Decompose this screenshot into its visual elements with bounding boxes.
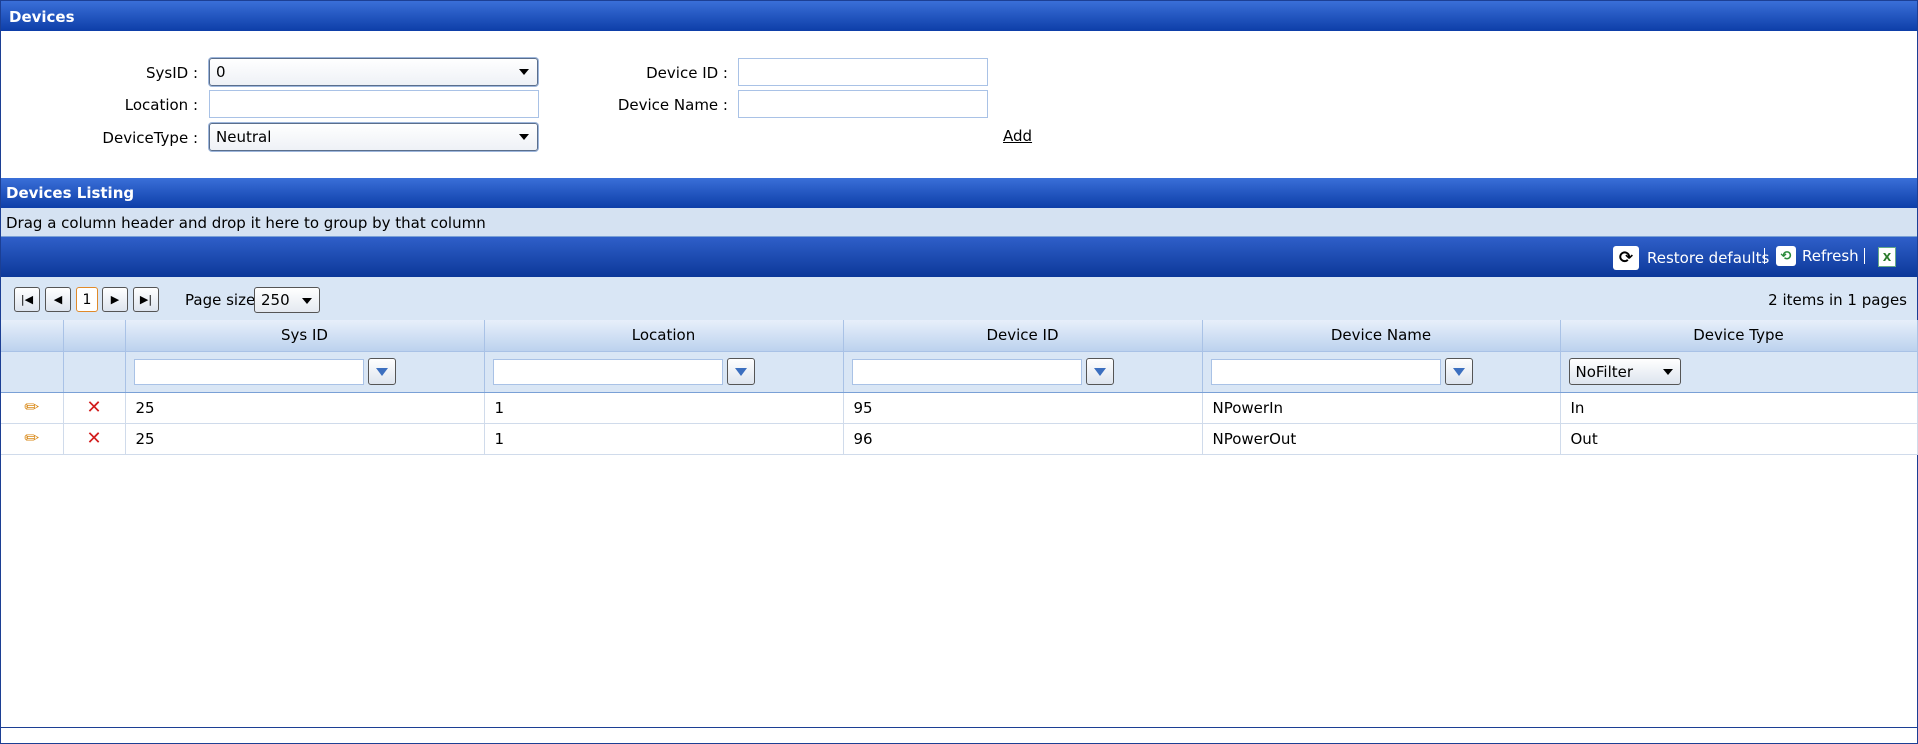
table-row: ✏ ✕ 25 1 96 NPowerOut Out <box>1 423 1918 455</box>
group-panel[interactable]: Drag a column header and drop it here to… <box>1 208 1917 237</box>
filter-cell-device-id <box>843 351 1203 393</box>
cell-device-name: NPowerIn <box>1202 392 1561 424</box>
deviceid-input[interactable] <box>738 58 988 86</box>
refresh-icon: ⟲ <box>1776 246 1796 266</box>
cell-device-name: NPowerOut <box>1202 423 1561 455</box>
edit-cell[interactable]: ✏ <box>1 392 64 424</box>
filter-cell-empty <box>63 351 126 393</box>
filter-icon <box>1093 367 1106 376</box>
export-excel-icon[interactable]: X <box>1878 247 1896 267</box>
listing-title: Devices Listing <box>1 178 1917 208</box>
edit-pencil-icon[interactable]: ✏ <box>24 397 39 418</box>
devicename-label: Device Name : <box>617 96 728 114</box>
page-size-value: 250 <box>261 291 290 309</box>
devicename-input[interactable] <box>738 90 988 118</box>
chevron-down-icon <box>519 69 529 75</box>
chevron-down-icon <box>519 134 529 140</box>
add-link[interactable]: Add <box>1003 127 1032 145</box>
pager: |◀ ◀ 1 ▶ ▶| Page size: 250 2 items in 1 … <box>1 277 1917 320</box>
restore-defaults-button[interactable]: ⟳ Restore defaults <box>1613 246 1769 270</box>
page-title: Devices <box>1 1 1917 31</box>
location-label: Location : <box>124 96 198 114</box>
column-header-device-name[interactable]: Device Name <box>1202 320 1561 352</box>
sysid-label: SysID : <box>145 64 198 82</box>
column-header-sys-id[interactable]: Sys ID <box>125 320 485 352</box>
refresh-label: Refresh <box>1802 247 1859 265</box>
refresh-button[interactable]: ⟲ Refresh <box>1776 246 1859 266</box>
sysid-value: 0 <box>216 63 226 81</box>
first-page-button[interactable]: |◀ <box>14 287 40 312</box>
column-header-device-type[interactable]: Device Type <box>1560 320 1918 352</box>
cell-device-id: 96 <box>843 423 1203 455</box>
refresh-icon: ⟳ <box>1613 246 1639 270</box>
delete-icon[interactable]: ✕ <box>86 397 101 418</box>
cell-location: 1 <box>484 392 844 424</box>
devicetype-label: DeviceType : <box>102 129 198 147</box>
grid-footer-line <box>1 727 1917 728</box>
filter-cell-device-type: NoFilter <box>1560 351 1918 393</box>
chevron-down-icon <box>1662 369 1673 375</box>
delete-cell[interactable]: ✕ <box>63 423 126 455</box>
delete-cell[interactable]: ✕ <box>63 392 126 424</box>
cell-sys-id: 25 <box>125 423 485 455</box>
first-page-icon: |◀ <box>20 293 34 306</box>
table-row: ✏ ✕ 25 1 95 NPowerIn In <box>1 392 1918 424</box>
filter-cell-device-name <box>1202 351 1561 393</box>
delete-column-header <box>63 320 126 352</box>
device-type-filter-value: NoFilter <box>1575 363 1634 381</box>
prev-page-button[interactable]: ◀ <box>45 287 71 312</box>
deviceid-label: Device ID : <box>646 64 728 82</box>
delete-icon[interactable]: ✕ <box>86 428 101 449</box>
filter-icon <box>1452 367 1465 376</box>
filter-cell-sys-id <box>125 351 485 393</box>
page-number-button[interactable]: 1 <box>76 287 98 312</box>
command-bar: ⟳ Restore defaults ⟲ Refresh X <box>1 237 1917 277</box>
filter-input-location[interactable] <box>492 358 723 385</box>
filter-button-device-name[interactable] <box>1444 358 1473 385</box>
filter-button-device-id[interactable] <box>1085 358 1114 385</box>
filter-cell-empty <box>1 351 64 393</box>
devicetype-select[interactable]: Neutral <box>209 123 538 151</box>
filter-input-sys-id[interactable] <box>133 358 364 385</box>
separator <box>1864 248 1865 264</box>
filter-icon <box>734 367 747 376</box>
column-header-location[interactable]: Location <box>484 320 844 352</box>
column-header-device-id[interactable]: Device ID <box>843 320 1203 352</box>
separator <box>1764 248 1765 264</box>
header-row: Sys ID Location Device ID Device Name De… <box>1 320 1918 352</box>
restore-defaults-label: Restore defaults <box>1647 249 1770 267</box>
filter-input-device-id[interactable] <box>851 358 1082 385</box>
filter-button-sys-id[interactable] <box>367 358 396 385</box>
filter-input-device-name[interactable] <box>1210 358 1441 385</box>
devices-grid: Sys ID Location Device ID Device Name De… <box>1 320 1918 455</box>
pager-info: 2 items in 1 pages <box>1768 291 1907 309</box>
filter-icon <box>375 367 388 376</box>
chevron-down-icon <box>302 298 312 304</box>
filter-cell-location <box>484 351 844 393</box>
edit-cell[interactable]: ✏ <box>1 423 64 455</box>
cell-sys-id: 25 <box>125 392 485 424</box>
location-input[interactable] <box>209 90 539 118</box>
cell-location: 1 <box>484 423 844 455</box>
cell-device-type: In <box>1560 392 1918 424</box>
page-size-label: Page size: <box>185 291 261 309</box>
next-page-button[interactable]: ▶ <box>102 287 128 312</box>
page-size-select[interactable]: 250 <box>254 287 320 313</box>
devicetype-value: Neutral <box>216 128 272 146</box>
last-page-icon: ▶| <box>139 293 153 306</box>
cell-device-id: 95 <box>843 392 1203 424</box>
edit-column-header <box>1 320 64 352</box>
last-page-button[interactable]: ▶| <box>133 287 159 312</box>
filter-row: NoFilter <box>1 351 1918 393</box>
cell-device-type: Out <box>1560 423 1918 455</box>
edit-pencil-icon[interactable]: ✏ <box>24 428 39 449</box>
next-page-icon: ▶ <box>110 293 120 306</box>
prev-page-icon: ◀ <box>53 293 63 306</box>
filter-button-location[interactable] <box>726 358 755 385</box>
sysid-select[interactable]: 0 <box>209 58 538 86</box>
device-type-filter-select[interactable]: NoFilter <box>1568 358 1681 385</box>
